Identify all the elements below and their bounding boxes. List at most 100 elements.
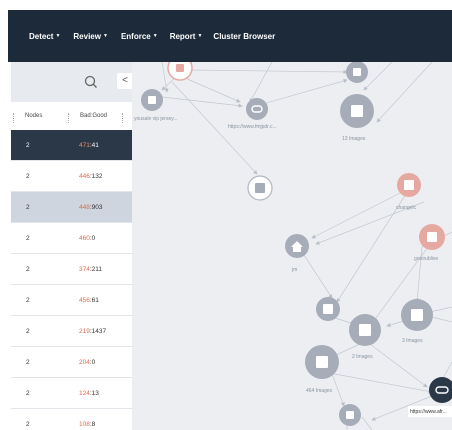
top-navigation-bar: Detect ▼ Review ▼ Enforce ▼ Report ▼ Cluster… bbox=[8, 10, 452, 62]
row-bad-count: 448 bbox=[79, 204, 90, 211]
nav-enforce-label: Enforce bbox=[120, 31, 151, 41]
image-icon bbox=[359, 324, 371, 336]
image-icon bbox=[316, 356, 328, 368]
row-nodes-count: 2 bbox=[26, 421, 30, 428]
search-bar: < bbox=[11, 62, 132, 102]
row-bad-count: 204 bbox=[79, 359, 90, 366]
image-icon bbox=[353, 68, 361, 76]
image-icon bbox=[255, 183, 265, 193]
row-bad-good: 374:211 bbox=[79, 266, 102, 273]
nav-review[interactable]: Review ▼ bbox=[73, 32, 108, 41]
row-nodes-count: 2 bbox=[26, 173, 30, 180]
row-bad-good: 471:41 bbox=[79, 142, 99, 149]
nav-cluster-browser-label: Cluster Browser bbox=[213, 31, 276, 41]
graph-node-label-jm: jm bbox=[291, 267, 297, 273]
graph-node-label-3-images: 3 Images bbox=[402, 338, 423, 344]
table-row[interactable]: 2 374:211 bbox=[11, 254, 132, 285]
row-good-count: :0 bbox=[89, 235, 96, 242]
table-row[interactable]: 2 219:1437 bbox=[11, 316, 132, 347]
row-good-count: :41 bbox=[89, 142, 99, 149]
row-bad-count: 108 bbox=[79, 421, 90, 428]
graph-node-label-url: https://www.fmjpdr.c... bbox=[228, 124, 277, 130]
cluster-list-panel: < Nodes Bad:Good 2 471:41 2 446:132 2 448:903… bbox=[11, 62, 133, 430]
row-nodes-count: 2 bbox=[26, 297, 30, 304]
row-nodes-count: 2 bbox=[26, 204, 30, 211]
row-good-count: :0 bbox=[89, 359, 96, 366]
row-nodes-count: 2 bbox=[26, 328, 30, 335]
table-row[interactable]: 2 448:903 bbox=[11, 192, 132, 223]
row-bad-count: 124 bbox=[79, 390, 90, 397]
caret-down-icon: ▼ bbox=[102, 33, 108, 40]
graph-node-label-2-images: 2 Images bbox=[352, 354, 373, 360]
row-bad-count: 219 bbox=[79, 328, 90, 335]
row-nodes-count: 2 bbox=[26, 142, 30, 149]
image-icon bbox=[346, 411, 354, 419]
graph-node-url[interactable] bbox=[246, 98, 268, 120]
graph-node-label-464-images: 464 Images bbox=[306, 388, 333, 394]
caret-down-icon: ▼ bbox=[55, 33, 61, 40]
column-resize-handle[interactable] bbox=[68, 113, 71, 123]
table-row[interactable]: 2 456:61 bbox=[11, 285, 132, 316]
table-row[interactable]: 2 471:41 bbox=[11, 130, 132, 161]
table-row[interactable]: 2 124:13 bbox=[11, 378, 132, 409]
row-bad-good: 219:1437 bbox=[79, 328, 106, 335]
row-bad-count: 460 bbox=[79, 235, 90, 242]
image-icon bbox=[351, 105, 363, 117]
nav-enforce[interactable]: Enforce ▼ bbox=[121, 32, 158, 41]
graph-node-label-13-images: 13 Images bbox=[342, 136, 366, 142]
row-nodes-count: 2 bbox=[26, 235, 30, 242]
column-resize-handle[interactable] bbox=[122, 113, 125, 123]
image-icon bbox=[176, 64, 184, 72]
row-good-count: :903 bbox=[89, 204, 103, 211]
table-row[interactable]: 2 446:132 bbox=[11, 161, 132, 192]
table-row[interactable]: 2 204:0 bbox=[11, 347, 132, 378]
search-icon[interactable] bbox=[83, 74, 99, 90]
nav-review-label: Review bbox=[73, 31, 101, 41]
row-good-count: :211 bbox=[89, 266, 103, 273]
row-nodes-count: 2 bbox=[26, 266, 30, 273]
row-bad-count: 446 bbox=[79, 173, 90, 180]
row-nodes-count: 2 bbox=[26, 390, 30, 397]
row-bad-good: 446:132 bbox=[79, 173, 103, 180]
cluster-table-body: 2 471:41 2 446:132 2 448:903 2 460:0 2 374:211 2 45… bbox=[11, 130, 132, 430]
image-icon bbox=[148, 96, 156, 104]
graph-svg[interactable]: yousale vip jersey... https://www.fmjpdr… bbox=[132, 62, 452, 430]
row-bad-good: 204:0 bbox=[79, 359, 95, 366]
row-good-count: :61 bbox=[89, 297, 99, 304]
row-bad-good: 448:903 bbox=[79, 204, 103, 211]
graph-node-label-changelc: changelc bbox=[396, 205, 417, 211]
row-bad-count: 471 bbox=[79, 142, 90, 149]
table-row[interactable]: 2 108:8 bbox=[11, 409, 132, 430]
row-bad-good: 108:8 bbox=[79, 421, 95, 428]
table-header: Nodes Bad:Good bbox=[11, 102, 132, 130]
cluster-graph-canvas[interactable]: yousale vip jersey... https://www.fmjpdr… bbox=[132, 62, 452, 430]
image-icon bbox=[323, 304, 333, 314]
graph-node-label-gonirublive: gonirublive bbox=[414, 256, 438, 262]
node-tooltip-text: https://www.afr... bbox=[410, 409, 447, 415]
nav-detect[interactable]: Detect ▼ bbox=[29, 32, 60, 41]
graph-node-label-user: yousale vip jersey... bbox=[134, 116, 178, 122]
column-resize-handle[interactable] bbox=[13, 113, 16, 123]
column-header-nodes[interactable]: Nodes bbox=[25, 113, 42, 119]
row-bad-count: 374 bbox=[79, 266, 90, 273]
nav-cluster-browser[interactable]: Cluster Browser bbox=[213, 32, 275, 41]
collapse-panel-button[interactable]: < bbox=[117, 73, 132, 89]
caret-down-icon: ▼ bbox=[152, 33, 158, 40]
column-header-bad-good[interactable]: Bad:Good bbox=[80, 113, 107, 119]
caret-down-icon: ▼ bbox=[197, 33, 203, 40]
row-bad-good: 460:0 bbox=[79, 235, 95, 242]
table-row[interactable]: 2 460:0 bbox=[11, 223, 132, 254]
row-good-count: :8 bbox=[89, 421, 96, 428]
row-bad-count: 456 bbox=[79, 297, 90, 304]
row-bad-good: 456:61 bbox=[79, 297, 99, 304]
image-icon bbox=[427, 232, 437, 242]
row-good-count: :1437 bbox=[89, 328, 107, 335]
nav-detect-label: Detect bbox=[29, 31, 54, 41]
row-bad-good: 124:13 bbox=[79, 390, 99, 397]
image-icon bbox=[404, 180, 414, 190]
graph-nodes: yousale vip jersey... https://www.fmjpdr… bbox=[134, 62, 452, 426]
nav-report[interactable]: Report ▼ bbox=[170, 32, 203, 41]
row-nodes-count: 2 bbox=[26, 359, 30, 366]
image-icon bbox=[411, 309, 423, 321]
nav-report-label: Report bbox=[169, 31, 196, 41]
